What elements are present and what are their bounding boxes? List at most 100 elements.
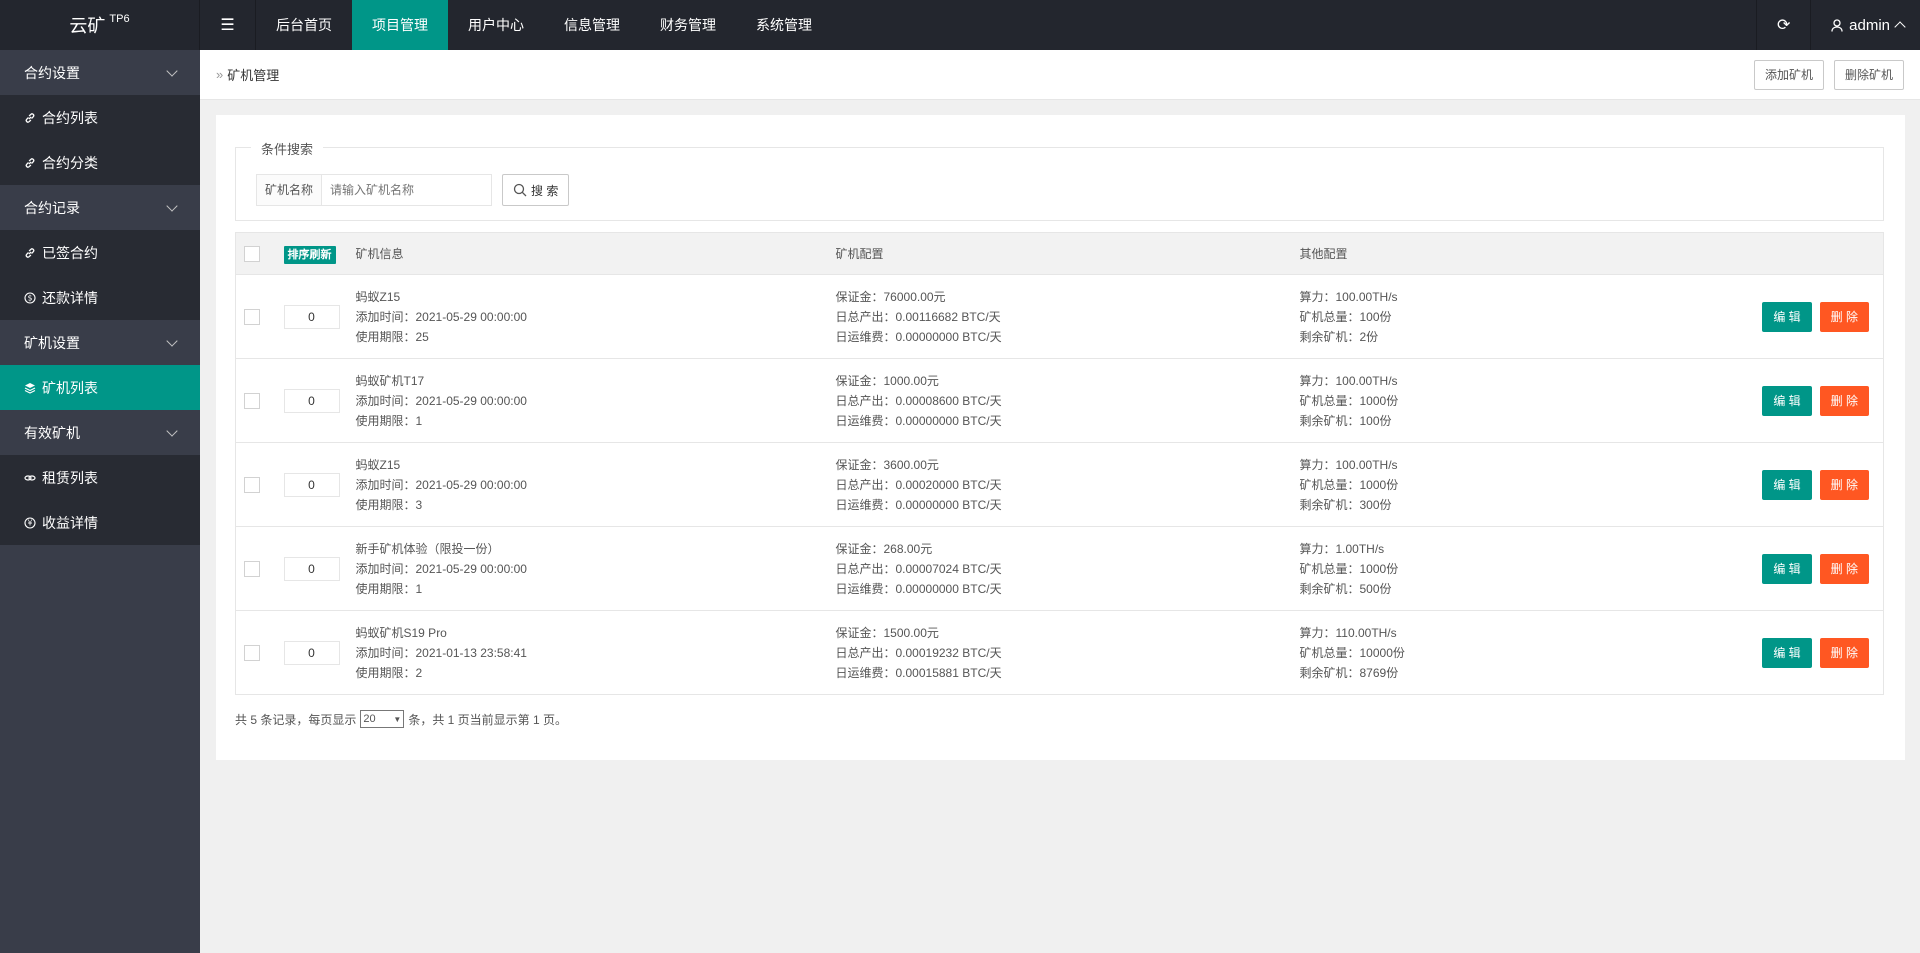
machine-remaining: 剩余矿机：2份	[1299, 329, 1379, 344]
layers-icon	[24, 382, 36, 394]
sidebar-group-1[interactable]: 合约记录	[0, 185, 200, 230]
user-menu[interactable]: admin	[1810, 0, 1920, 50]
delete-button[interactable]: 删 除	[1819, 553, 1869, 584]
usage-period: 使用期限：1	[355, 413, 423, 428]
machine-remaining: 剩余矿机：300份	[1299, 497, 1392, 512]
sort-input[interactable]	[283, 556, 340, 581]
breadcrumb-current: 矿机管理	[227, 68, 280, 83]
machine-name: 蚂蚁Z15	[355, 289, 401, 304]
sidebar-group-0[interactable]: 合约设置	[0, 50, 200, 95]
link-icon	[24, 112, 36, 124]
nav-item-3[interactable]: 信息管理	[544, 0, 640, 50]
row-checkbox[interactable]	[244, 309, 260, 326]
logo[interactable]: 云矿 TP6	[0, 0, 200, 50]
daily-output: 日总产出：0.00116682 BTC/天	[835, 309, 1001, 324]
link-icon	[24, 157, 36, 169]
col-info: 矿机信息	[347, 232, 828, 275]
table-row: 蚂蚁矿机T17 添加时间：2021-05-29 00:00:00 使用期限：1 保证金…	[235, 358, 1884, 443]
edit-button[interactable]: 编 辑	[1762, 385, 1812, 416]
sidebar-item-label: 收益详情	[42, 514, 98, 531]
maintenance-fee: 日运维费：0.00000000 BTC/天	[835, 497, 1002, 512]
table-row: 新手矿机体验（限投一份） 添加时间：2021-05-29 00:00:00 使用期限…	[235, 526, 1884, 611]
per-page-select[interactable]: 20 ▼	[360, 710, 405, 728]
edit-button[interactable]: 编 辑	[1762, 553, 1812, 584]
nav-item-5[interactable]: 系统管理	[736, 0, 832, 50]
sidebar-item-0-1[interactable]: 合约分类	[0, 140, 200, 185]
chevron-down-icon	[166, 64, 178, 77]
sidebar-item-2-0[interactable]: 矿机列表	[0, 365, 200, 410]
row-checkbox[interactable]	[244, 393, 260, 410]
refresh-icon[interactable]: ⟳	[1756, 0, 1810, 50]
sidebar-group-label: 有效矿机	[24, 424, 80, 441]
machine-remaining: 剩余矿机：100份	[1299, 413, 1392, 428]
sidebar-item-0-0[interactable]: 合约列表	[0, 95, 200, 140]
maintenance-fee: 日运维费：0.00000000 BTC/天	[835, 413, 1002, 428]
dropdown-arrow-icon: ▼	[393, 714, 402, 724]
nav-item-0[interactable]: 后台首页	[256, 0, 352, 50]
sort-input[interactable]	[283, 640, 340, 665]
sidebar-item-3-1[interactable]: ¥ 收益详情	[0, 500, 200, 545]
daily-output: 日总产出：0.00019232 BTC/天	[835, 645, 1002, 660]
username: admin	[1849, 16, 1890, 34]
table-row: 蚂蚁矿机S19 Pro 添加时间：2021-01-13 23:58:41 使用期限：…	[235, 610, 1884, 695]
machine-remaining: 剩余矿机：8769份	[1299, 665, 1399, 680]
sidebar-item-label: 合约分类	[42, 154, 98, 171]
menu-toggle-icon[interactable]: ☰	[200, 0, 256, 50]
chevron-down-icon	[166, 424, 178, 437]
delete-button[interactable]: 删 除	[1819, 301, 1869, 332]
chevron-down-icon	[166, 334, 178, 347]
daily-output: 日总产出：0.00007024 BTC/天	[835, 561, 1002, 576]
chain-icon	[24, 472, 36, 484]
nav-item-4[interactable]: 财务管理	[640, 0, 736, 50]
machine-total: 矿机总量：1000份	[1299, 561, 1399, 576]
add-machine-button[interactable]: 添加矿机	[1753, 59, 1824, 90]
sidebar-group-2[interactable]: 矿机设置	[0, 320, 200, 365]
delete-machine-button[interactable]: 删除矿机	[1833, 59, 1904, 90]
search-input[interactable]	[322, 174, 493, 206]
usage-period: 使用期限：1	[355, 581, 423, 596]
sort-input[interactable]	[283, 304, 340, 329]
machine-name: 蚂蚁矿机T17	[355, 373, 425, 388]
search-button[interactable]: 搜 索	[502, 174, 570, 206]
machine-name: 蚂蚁Z15	[355, 457, 401, 472]
delete-button[interactable]: 删 除	[1819, 469, 1869, 500]
top-nav: 后台首页 项目管理 用户中心 信息管理 财务管理 系统管理	[256, 0, 832, 50]
edit-button[interactable]: 编 辑	[1762, 469, 1812, 500]
nav-item-2[interactable]: 用户中心	[448, 0, 544, 50]
sidebar-item-1-0[interactable]: 已签合约	[0, 230, 200, 275]
row-checkbox[interactable]	[244, 645, 260, 662]
sort-refresh-button[interactable]: 排序刷新	[283, 245, 336, 264]
logo-text: 云矿	[69, 16, 106, 36]
maintenance-fee: 日运维费：0.00000000 BTC/天	[835, 329, 1002, 344]
row-checkbox[interactable]	[244, 477, 260, 494]
sidebar-group-3[interactable]: 有效矿机	[0, 410, 200, 455]
machine-total: 矿机总量：100份	[1299, 309, 1392, 324]
sidebar-group-label: 合约记录	[24, 199, 80, 216]
logo-sup: TP6	[109, 13, 130, 25]
usage-period: 使用期限：3	[355, 497, 423, 512]
edit-button[interactable]: 编 辑	[1762, 301, 1812, 332]
added-time: 添加时间：2021-05-29 00:00:00	[355, 393, 527, 408]
search-button-label: 搜 索	[531, 183, 559, 198]
machine-name: 新手矿机体验（限投一份）	[355, 541, 500, 556]
daily-output: 日总产出：0.00008600 BTC/天	[835, 393, 1002, 408]
edit-button[interactable]: 编 辑	[1762, 637, 1812, 668]
hash-power: 算力：100.00TH/s	[1299, 457, 1398, 472]
machine-remaining: 剩余矿机：500份	[1299, 581, 1392, 596]
sort-input[interactable]	[283, 388, 340, 413]
sidebar: 合约设置 合约列表合约分类合约记录已签合约 $ 还款详情 矿机设置 矿机列表有效矿机租赁列…	[0, 50, 200, 953]
nav-item-1[interactable]: 项目管理	[352, 0, 448, 50]
sidebar-item-3-0[interactable]: 租赁列表	[0, 455, 200, 500]
select-all-checkbox[interactable]	[244, 245, 260, 262]
chevron-down-icon	[166, 199, 178, 212]
daily-output: 日总产出：0.00020000 BTC/天	[835, 477, 1002, 492]
sort-input[interactable]	[283, 472, 340, 497]
usage-period: 使用期限：2	[355, 665, 423, 680]
row-checkbox[interactable]	[244, 561, 260, 578]
table-row: 蚂蚁Z15 添加时间：2021-05-29 00:00:00 使用期限：3 保证金：3…	[235, 442, 1884, 527]
delete-button[interactable]: 删 除	[1819, 637, 1869, 668]
table-row: 蚂蚁Z15 添加时间：2021-05-29 00:00:00 使用期限：25 保证金：…	[235, 274, 1884, 359]
delete-button[interactable]: 删 除	[1819, 385, 1869, 416]
sidebar-item-1-1[interactable]: $ 还款详情	[0, 275, 200, 320]
search-fieldset: 条件搜索 矿机名称 搜 索	[235, 139, 1884, 221]
